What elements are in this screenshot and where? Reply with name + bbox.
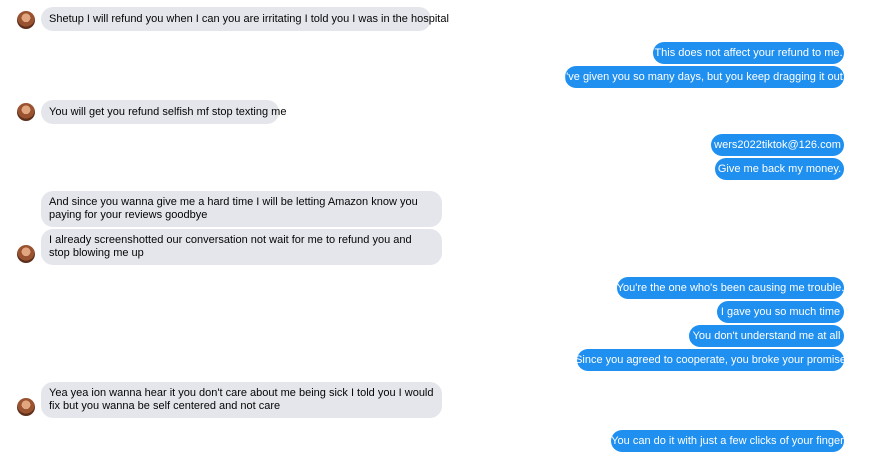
outgoing-message-bubble: wers2022tiktok@126.com — [711, 134, 844, 156]
contact-avatar[interactable] — [17, 11, 35, 29]
incoming-message-bubble: Shetup I will refund you when I can you … — [41, 7, 449, 31]
message-text: Yea yea ion wanna hear it you don't care… — [49, 387, 434, 412]
message-text: You don't understand me at all — [692, 329, 841, 342]
message-text: You can do it with just a few clicks of … — [611, 434, 844, 447]
incoming-message-bubble: You will get you refund selfish mf stop … — [41, 100, 286, 124]
outgoing-message-bubble: You don't understand me at all — [689, 325, 844, 347]
outgoing-message-bubble: You can do it with just a few clicks of … — [611, 430, 844, 452]
message-text: Give me back my money. — [717, 162, 842, 175]
message-text: Shetup I will refund you when I can you … — [49, 12, 449, 25]
outgoing-message-bubble: Give me back my money. — [715, 158, 844, 180]
outgoing-message-bubble: You're the one who's been causing me tro… — [617, 277, 844, 299]
message-text: And since you wanna give me a hard time … — [49, 196, 418, 221]
outgoing-message-bubble: I've given you so many days, but you kee… — [563, 66, 846, 88]
message-text: This does not affect your refund to me. — [654, 46, 843, 59]
outgoing-message-bubble: I gave you so much time — [717, 301, 844, 323]
contact-avatar[interactable] — [17, 103, 35, 121]
contact-avatar[interactable] — [17, 398, 35, 416]
message-text: You're the one who's been causing me tro… — [616, 281, 845, 294]
incoming-message-bubble: And since you wanna give me a hard time … — [41, 191, 442, 227]
outgoing-message-bubble: Since you agreed to cooperate, you broke… — [575, 349, 846, 371]
message-text: You will get you refund selfish mf stop … — [49, 105, 287, 118]
outgoing-message-bubble: This does not affect your refund to me. — [653, 42, 844, 64]
incoming-message-bubble: I already screenshotted our conversation… — [41, 229, 442, 265]
contact-avatar[interactable] — [17, 245, 35, 263]
message-text: I already screenshotted our conversation… — [49, 234, 412, 259]
message-text: I've given you so many days, but you kee… — [563, 70, 846, 83]
message-text: Since you agreed to cooperate, you broke… — [575, 353, 846, 366]
incoming-message-bubble: Yea yea ion wanna hear it you don't care… — [41, 382, 442, 418]
message-text: I gave you so much time — [720, 305, 841, 318]
message-text: wers2022tiktok@126.com — [714, 138, 841, 151]
